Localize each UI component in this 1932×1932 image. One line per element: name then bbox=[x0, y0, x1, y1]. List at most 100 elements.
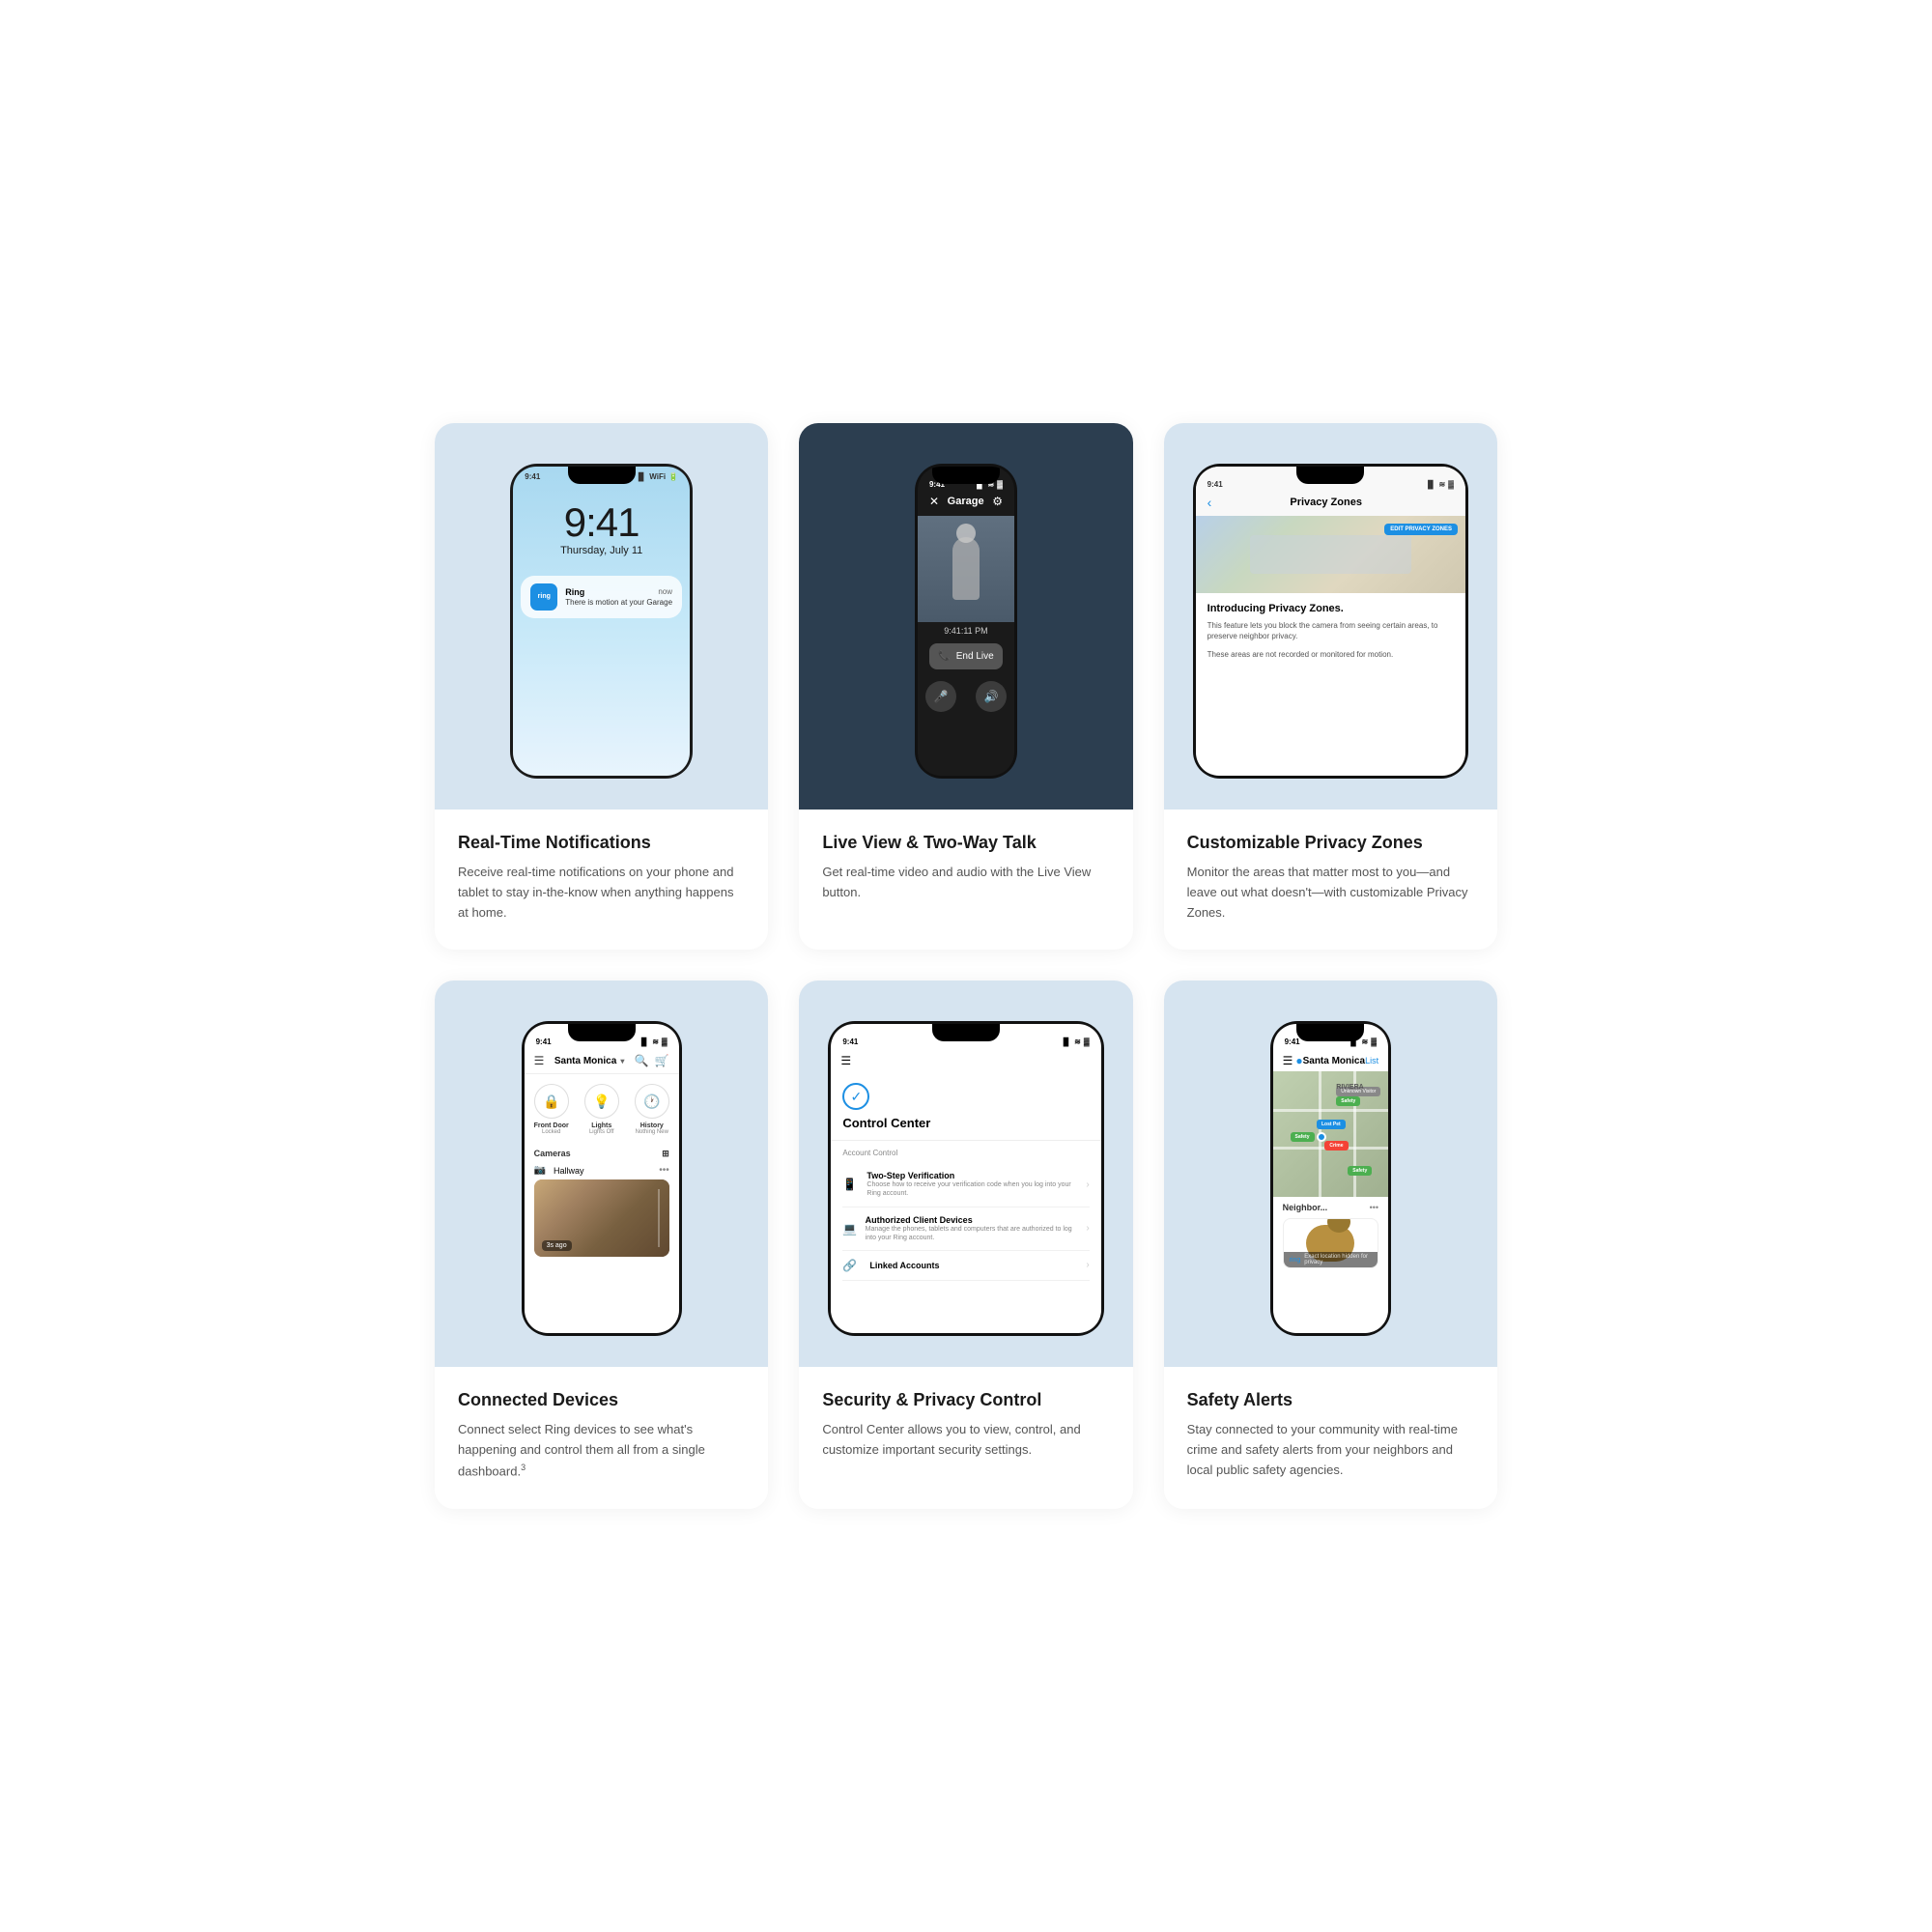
wifi-icon-6: ≋ bbox=[1362, 1037, 1369, 1046]
two-step-verification-item[interactable]: 📱 Two-Step Verification Choose how to re… bbox=[842, 1163, 1089, 1207]
safety-menu-icon[interactable]: ☰ ● bbox=[1283, 1054, 1303, 1067]
safety-badge-3: Safety bbox=[1348, 1166, 1372, 1176]
neighbor-more-button[interactable]: ••• bbox=[1370, 1203, 1378, 1212]
lights-device[interactable]: 💡 Lights Lights Off bbox=[584, 1084, 619, 1135]
privacy-header: ‹ Privacy Zones bbox=[1196, 491, 1465, 516]
menu-icon[interactable]: ☰ bbox=[534, 1054, 545, 1067]
control-center-title: Control Center bbox=[842, 1116, 1089, 1130]
settings-icon[interactable]: ⚙ bbox=[992, 495, 1003, 508]
location-label: Santa Monica ▾ bbox=[554, 1056, 624, 1066]
phone-6: 9:41 ▐▌ ≋ ▓ ☰ ● Sant bbox=[1270, 1021, 1392, 1336]
header-action-icons: 🔍 🛒 bbox=[635, 1054, 669, 1067]
safety-location: Santa Monica bbox=[1303, 1056, 1365, 1066]
neighbor-title: Neighbor... bbox=[1283, 1203, 1328, 1212]
linked-icon: 🔗 bbox=[842, 1259, 862, 1272]
lost-pet-badge: Lost Pet bbox=[1317, 1120, 1346, 1129]
hallway-camera-row: 📷 Hallway ••• bbox=[534, 1165, 669, 1176]
card-title-2: Live View & Two-Way Talk bbox=[822, 833, 1109, 853]
battery-icon-2: ▓ bbox=[997, 480, 1003, 489]
linked-title: Linked Accounts bbox=[869, 1261, 939, 1270]
neighbor-post[interactable]: ring Exact location hidden for privacy bbox=[1283, 1218, 1379, 1268]
phone-1: 9:41 ▐▌ WiFi 🔋 9:41 Thursday, July 11 bbox=[510, 464, 693, 779]
footnote-sup: 3 bbox=[521, 1463, 526, 1472]
close-icon[interactable]: ✕ bbox=[929, 495, 939, 508]
room-furniture bbox=[1250, 535, 1412, 574]
person-figure bbox=[952, 537, 980, 600]
notch-3 bbox=[1296, 467, 1364, 484]
camera-thumbnail[interactable]: 3s ago bbox=[534, 1179, 669, 1257]
two-step-icon: 📱 bbox=[842, 1178, 859, 1191]
end-live-button[interactable]: 📞 End Live bbox=[929, 643, 1003, 669]
privacy-overlay: ring Exact location hidden for privacy bbox=[1284, 1252, 1378, 1267]
safety-badge-1: Safety bbox=[1336, 1096, 1360, 1106]
card-text-1: Real-Time Notifications Receive real-tim… bbox=[435, 810, 768, 950]
phone-container-4: 9:41 ▐▌ ≋ ▓ ☰ Santa Monica ▾ bbox=[435, 980, 768, 1367]
cameras-view-toggle[interactable]: ⊞ bbox=[662, 1149, 669, 1159]
lock-time-section: 9:41 Thursday, July 11 bbox=[513, 483, 690, 566]
safety-header: ☰ ● Santa Monica List bbox=[1273, 1048, 1389, 1071]
mute-button[interactable]: 🎤 bbox=[925, 681, 956, 712]
two-step-title: Two-Step Verification bbox=[867, 1171, 1078, 1180]
card-text-4: Connected Devices Connect select Ring de… bbox=[435, 1367, 768, 1509]
hamburger-icon: ☰ bbox=[1283, 1054, 1293, 1067]
end-live-label: End Live bbox=[956, 651, 994, 662]
authorized-icon: 💻 bbox=[842, 1222, 857, 1236]
neighbor-image-bg: ring Exact location hidden for privacy bbox=[1284, 1219, 1378, 1267]
ring-logo-text: ring bbox=[538, 593, 551, 600]
lock-icon-circle: 🔒 bbox=[534, 1084, 569, 1119]
search-icon[interactable]: 🔍 bbox=[635, 1054, 649, 1067]
phone-container-1: 9:41 ▐▌ WiFi 🔋 9:41 Thursday, July 11 bbox=[435, 423, 768, 810]
notch-2 bbox=[932, 467, 1000, 484]
dashboard-header: ☰ Santa Monica ▾ 🔍 🛒 bbox=[525, 1048, 679, 1074]
signal-icon-5: ▐▌ bbox=[1061, 1037, 1071, 1046]
status-icons-3: ▐▌ ≋ ▓ bbox=[1425, 480, 1454, 489]
back-button[interactable]: ‹ bbox=[1208, 495, 1212, 510]
phone-3: 9:41 ▐▌ ≋ ▓ ‹ Privacy Zones bbox=[1193, 464, 1468, 779]
front-door-label: Front Door bbox=[534, 1122, 569, 1129]
card-desc-4: Connect select Ring devices to see what'… bbox=[458, 1420, 745, 1482]
sec-menu-icon[interactable]: ☰ bbox=[840, 1054, 851, 1067]
card-title-3: Customizable Privacy Zones bbox=[1187, 833, 1474, 853]
card-title-1: Real-Time Notifications bbox=[458, 833, 745, 853]
phone-screen-1: 9:41 ▐▌ WiFi 🔋 9:41 Thursday, July 11 bbox=[513, 467, 690, 776]
shield-icon: ✓ bbox=[842, 1083, 869, 1110]
lights-status: Lights Off bbox=[584, 1129, 619, 1135]
chevron-icon-2: › bbox=[1086, 1223, 1089, 1234]
intro-body-2: These areas are not recorded or monitore… bbox=[1208, 649, 1454, 660]
list-button[interactable]: List bbox=[1365, 1056, 1378, 1065]
authorized-text: Authorized Client Devices Manage the pho… bbox=[866, 1215, 1079, 1242]
map-area[interactable]: Safety Safety Crime Safety Lost Pet Unkn… bbox=[1273, 1071, 1389, 1197]
dropdown-arrow[interactable]: ▾ bbox=[620, 1057, 624, 1065]
ring-watermark-text: ring bbox=[1290, 1257, 1301, 1264]
intro-body-1: This feature lets you block the camera f… bbox=[1208, 620, 1454, 641]
signal-icon-1: ▐▌ bbox=[636, 472, 646, 481]
card-safety-alerts: 9:41 ▐▌ ≋ ▓ ☰ ● Sant bbox=[1164, 980, 1497, 1509]
cart-icon[interactable]: 🛒 bbox=[655, 1054, 669, 1067]
phone-screen-3: 9:41 ▐▌ ≋ ▓ ‹ Privacy Zones bbox=[1196, 467, 1465, 776]
dashboard-screen: 9:41 ▐▌ ≋ ▓ ☰ Santa Monica ▾ bbox=[525, 1024, 679, 1333]
security-header: ☰ bbox=[831, 1048, 1100, 1073]
account-control-label: Account Control bbox=[842, 1149, 1089, 1157]
front-door-device[interactable]: 🔒 Front Door Locked bbox=[534, 1084, 569, 1135]
lock-time: 9:41 bbox=[523, 502, 680, 543]
card-real-time-notifications: 9:41 ▐▌ WiFi 🔋 9:41 Thursday, July 11 bbox=[435, 423, 768, 950]
status-time-1: 9:41 bbox=[525, 472, 540, 481]
speaker-button[interactable]: 🔊 bbox=[976, 681, 1007, 712]
phone-screen-4: 9:41 ▐▌ ≋ ▓ ☰ Santa Monica ▾ bbox=[525, 1024, 679, 1333]
notch-5 bbox=[932, 1024, 1000, 1041]
account-control-section: Account Control 📱 Two-Step Verification … bbox=[831, 1141, 1100, 1288]
room-image: EDIT PRIVACY ZONES bbox=[1196, 516, 1465, 593]
camera-more-button[interactable]: ••• bbox=[659, 1165, 669, 1176]
linked-accounts-item[interactable]: 🔗 Linked Accounts › bbox=[842, 1251, 1089, 1281]
history-device[interactable]: 🕐 History Nothing New bbox=[635, 1084, 669, 1135]
authorized-devices-item[interactable]: 💻 Authorized Client Devices Manage the p… bbox=[842, 1208, 1089, 1251]
signal-icon-4: ▐▌ bbox=[639, 1037, 649, 1046]
chevron-icon-1: › bbox=[1086, 1179, 1089, 1190]
authorized-title: Authorized Client Devices bbox=[866, 1215, 1079, 1225]
edit-privacy-zones-button[interactable]: EDIT PRIVACY ZONES bbox=[1384, 524, 1458, 535]
dog-head bbox=[1327, 1218, 1350, 1233]
phone-screen-2: 9:41 ▐▌ ≋ ▓ ✕ Garage ⚙ bbox=[918, 467, 1014, 776]
privacy-label: Exact location hidden for privacy bbox=[1304, 1254, 1372, 1265]
mute-icon: 🎤 bbox=[934, 690, 949, 703]
camera-footage bbox=[918, 516, 1014, 622]
